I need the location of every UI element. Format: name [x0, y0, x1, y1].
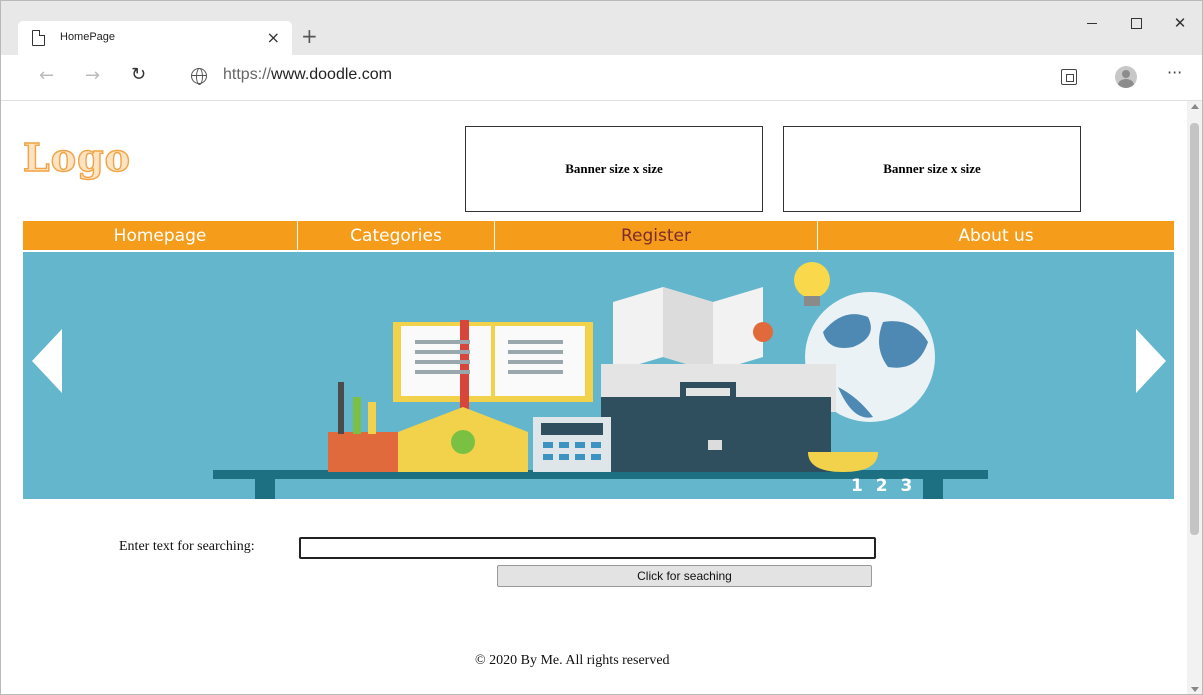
tab-close-icon[interactable]: ×	[267, 28, 280, 47]
slider-prev-arrow-icon[interactable]	[32, 329, 62, 393]
maximize-icon[interactable]	[1114, 1, 1158, 45]
main-menu: Homepage Categories Register About us	[23, 221, 1174, 250]
search-button[interactable]: Click for seaching	[497, 565, 872, 587]
back-arrow-icon[interactable]: ←	[39, 65, 54, 86]
scroll-up-icon[interactable]	[1191, 104, 1199, 109]
tab-title: HomePage	[60, 31, 116, 43]
collections-icon[interactable]	[1061, 69, 1077, 85]
address-bar[interactable]: https://www.doodle.com	[223, 66, 392, 84]
menu-item-register[interactable]: Register	[495, 221, 818, 250]
window-close-icon[interactable]: ✕	[1158, 1, 1202, 45]
forward-arrow-icon[interactable]: →	[85, 65, 100, 86]
scroll-thumb[interactable]	[1190, 123, 1199, 535]
search-label: Enter text for searching:	[119, 539, 255, 554]
slider-page-2[interactable]: 2	[876, 476, 890, 496]
profile-avatar-icon[interactable]	[1115, 66, 1137, 88]
url-host: www.doodle.com	[271, 66, 392, 83]
more-options-icon[interactable]: ···	[1167, 63, 1182, 82]
footer-copyright: © 2020 By Me. All rights reserved	[475, 653, 670, 668]
page-viewport: Logo Banner size x size Banner size x si…	[1, 101, 1189, 694]
slider-next-arrow-icon[interactable]	[1136, 329, 1166, 393]
window-controls: ✕	[1070, 1, 1202, 45]
minimize-icon[interactable]	[1070, 1, 1114, 45]
url-protocol: https://	[223, 66, 272, 83]
tab-homepage[interactable]: HomePage ×	[18, 21, 292, 55]
tab-bar: HomePage × + ✕	[1, 1, 1202, 55]
menu-item-categories[interactable]: Categories	[298, 221, 495, 250]
banner-2[interactable]: Banner size x size	[783, 126, 1081, 212]
slider-page-1[interactable]: 1	[851, 476, 865, 496]
browser-window: HomePage × + ✕ ← → ↻ https://www.doodle.…	[0, 0, 1203, 695]
page-icon	[32, 30, 45, 46]
banner-1[interactable]: Banner size x size	[465, 126, 763, 212]
menu-item-about-us[interactable]: About us	[818, 221, 1174, 250]
menu-item-homepage[interactable]: Homepage	[23, 221, 298, 250]
scroll-down-icon[interactable]	[1191, 687, 1199, 692]
slider-pager: 1 2 3	[851, 476, 917, 496]
search-input[interactable]	[299, 537, 876, 559]
slide-illustration	[213, 262, 988, 499]
refresh-icon[interactable]: ↻	[131, 64, 146, 85]
site-logo[interactable]: Logo	[22, 134, 131, 180]
slider-page-3[interactable]: 3	[901, 476, 915, 496]
vertical-scrollbar[interactable]	[1187, 101, 1202, 694]
new-tab-icon[interactable]: +	[301, 24, 318, 48]
globe-icon	[191, 68, 207, 85]
image-slider: 1 2 3	[23, 252, 1174, 499]
address-bar-row: ← → ↻ https://www.doodle.com ···	[1, 55, 1202, 101]
